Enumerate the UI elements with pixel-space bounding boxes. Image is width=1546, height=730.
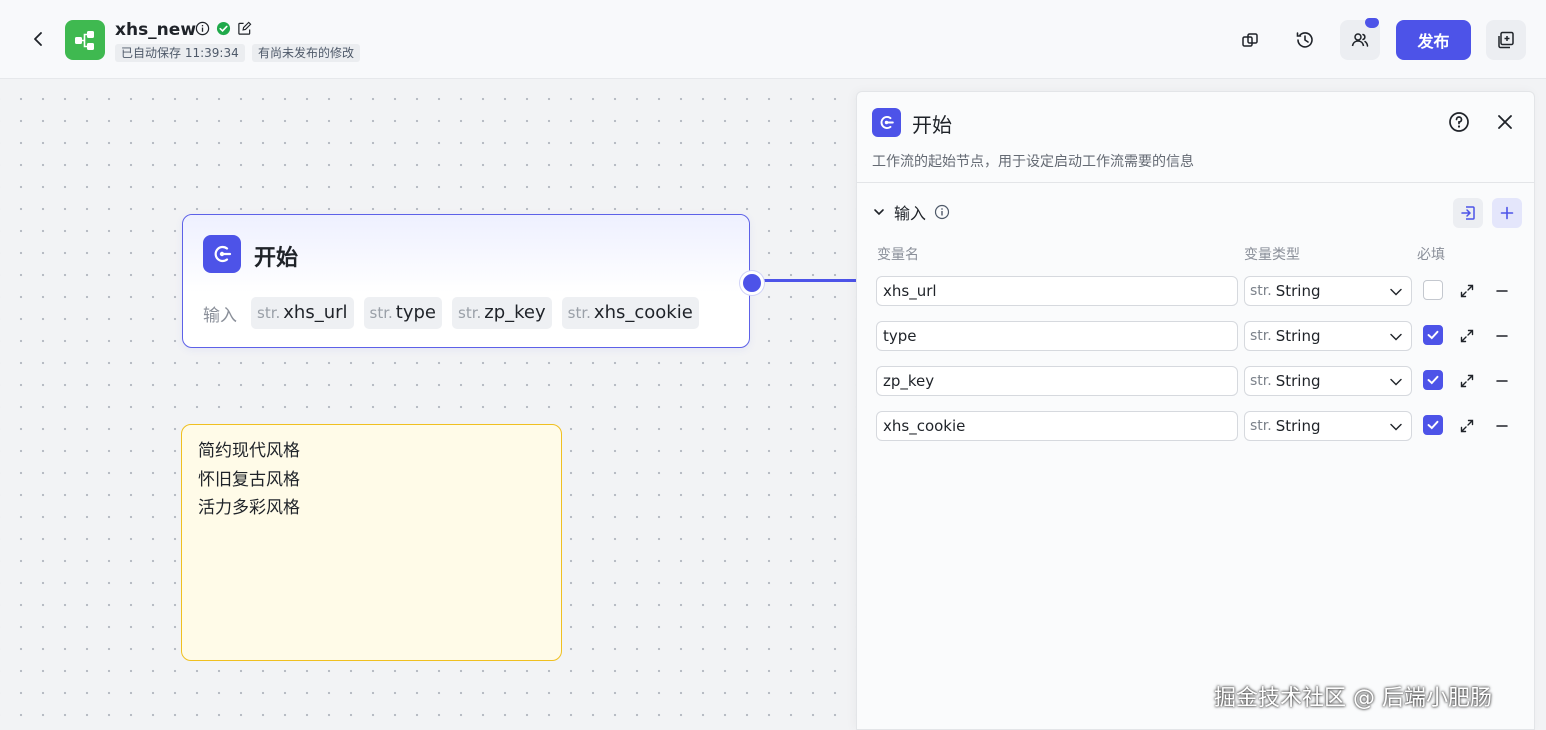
- variable-type-select[interactable]: str. String: [1244, 366, 1412, 396]
- back-button[interactable]: [28, 28, 50, 50]
- help-button[interactable]: [1447, 110, 1471, 134]
- variable-name-input[interactable]: [876, 276, 1238, 306]
- chevron-down-icon: [1390, 333, 1402, 341]
- edit-icon[interactable]: [237, 21, 252, 36]
- remove-variable-button[interactable]: [1491, 280, 1513, 302]
- variable-type-select[interactable]: str. String: [1244, 411, 1412, 441]
- remove-variable-button[interactable]: [1491, 325, 1513, 347]
- node-inputs-label: 输入: [203, 305, 237, 326]
- import-variables-button[interactable]: [1453, 198, 1483, 228]
- add-variable-button[interactable]: [1492, 198, 1522, 228]
- info-icon: [934, 204, 950, 220]
- node-title: 开始: [254, 246, 299, 271]
- output-port[interactable]: [740, 271, 764, 295]
- variable-type-select[interactable]: str. String: [1244, 276, 1412, 306]
- app-logo: [65, 20, 105, 60]
- required-checkbox[interactable]: [1423, 415, 1443, 435]
- expand-icon: [1460, 419, 1474, 433]
- section-title: 输入: [894, 204, 927, 223]
- input-chip: str. xhs_cookie: [561, 297, 699, 329]
- variable-name-input[interactable]: [876, 411, 1238, 441]
- variable-row: str.String: [876, 321, 1526, 351]
- input-section-toggle[interactable]: 输入: [872, 200, 950, 224]
- copy-button[interactable]: [1230, 20, 1270, 60]
- note-line: 活力多彩风格: [198, 498, 300, 518]
- top-bar: xhs_new 已自动保存 11:39:34 有尚未发布的修改 发布: [0, 0, 1546, 79]
- import-icon: [1461, 206, 1475, 220]
- chevron-down-icon: [1390, 378, 1402, 386]
- variable-row: str.String: [876, 276, 1526, 306]
- variable-name-input[interactable]: [876, 321, 1238, 351]
- column-header-name: 变量名: [877, 247, 919, 263]
- note-line: 怀旧复古风格: [198, 469, 300, 490]
- expand-button[interactable]: [1456, 370, 1478, 392]
- panel-title: 开始: [912, 113, 952, 137]
- start-node-icon: [203, 235, 241, 273]
- info-icon[interactable]: [195, 21, 210, 36]
- expand-icon: [1460, 374, 1474, 388]
- required-checkbox[interactable]: [1423, 325, 1443, 345]
- variable-row: str.String: [876, 366, 1526, 396]
- note-line: 简约现代风格: [198, 441, 300, 461]
- panel-divider: [857, 182, 1534, 183]
- start-icon: [214, 245, 232, 263]
- workflow-logo-icon: [75, 31, 94, 50]
- minus-icon: [1496, 380, 1508, 382]
- chevron-down-icon: [1390, 288, 1402, 296]
- column-header-type: 变量类型: [1244, 247, 1300, 263]
- chevron-down-icon: [874, 209, 884, 216]
- duplicate-icon: [1498, 31, 1514, 49]
- app-title: xhs_new: [115, 20, 197, 40]
- node-settings-panel: 开始 工作流的起始节点，用于设定启动工作流需要的信息 输入 变量名 变量类型 必…: [856, 91, 1535, 730]
- copy-icon: [1242, 33, 1258, 47]
- sticky-note[interactable]: 简约现代风格 怀旧复古风格 活力多彩风格: [181, 424, 562, 661]
- panel-description: 工作流的起始节点，用于设定启动工作流需要的信息: [872, 154, 1194, 170]
- check-icon: [1427, 330, 1439, 340]
- expand-button[interactable]: [1456, 325, 1478, 347]
- close-icon: [1498, 115, 1512, 129]
- plus-icon: [1500, 206, 1514, 220]
- expand-button[interactable]: [1456, 280, 1478, 302]
- minus-icon: [1496, 290, 1508, 292]
- minus-icon: [1496, 335, 1508, 337]
- close-panel-button[interactable]: [1493, 110, 1517, 134]
- title-icons: [195, 21, 252, 36]
- verified-check-icon: [216, 21, 231, 36]
- check-icon: [1427, 420, 1439, 430]
- start-node[interactable]: 开始 输入 str. xhs_url str. type str. zp_key st…: [182, 214, 750, 348]
- publish-button[interactable]: 发布: [1396, 20, 1471, 60]
- watermark: 掘金技术社区 @ 后端小肥肠: [1214, 686, 1492, 711]
- check-icon: [1427, 375, 1439, 385]
- node-inputs: 输入 str. xhs_url str. type str. zp_key str. x…: [203, 297, 699, 329]
- history-button[interactable]: [1285, 20, 1325, 60]
- notification-badge: [1365, 18, 1379, 28]
- connection-edge[interactable]: [764, 279, 856, 282]
- minus-icon: [1496, 425, 1508, 427]
- input-chip: str. type: [363, 297, 442, 329]
- chevron-down-icon: [1390, 423, 1402, 431]
- input-chip: str. xhs_url: [251, 297, 354, 329]
- collaborators-button[interactable]: [1340, 18, 1380, 60]
- unpublished-tag: 有尚未发布的修改: [252, 44, 361, 62]
- chevron-left-icon: [34, 32, 42, 46]
- start-icon: [880, 116, 894, 129]
- required-checkbox[interactable]: [1423, 370, 1443, 390]
- panel-node-icon: [872, 108, 901, 137]
- variable-row: str.String: [876, 411, 1526, 441]
- expand-icon: [1460, 284, 1474, 298]
- column-header-required: 必填: [1417, 247, 1445, 263]
- required-checkbox[interactable]: [1423, 280, 1443, 300]
- history-icon: [1296, 32, 1313, 48]
- remove-variable-button[interactable]: [1491, 370, 1513, 392]
- remove-variable-button[interactable]: [1491, 415, 1513, 437]
- expand-button[interactable]: [1456, 415, 1478, 437]
- users-icon: [1351, 33, 1369, 47]
- input-chip: str. zp_key: [452, 297, 552, 329]
- help-icon: [1449, 112, 1469, 132]
- variable-name-input[interactable]: [876, 366, 1238, 396]
- autosave-tag: 已自动保存 11:39:34: [115, 44, 245, 62]
- variable-type-select[interactable]: str. String: [1244, 321, 1412, 351]
- duplicate-button[interactable]: [1486, 20, 1526, 60]
- expand-icon: [1460, 329, 1474, 343]
